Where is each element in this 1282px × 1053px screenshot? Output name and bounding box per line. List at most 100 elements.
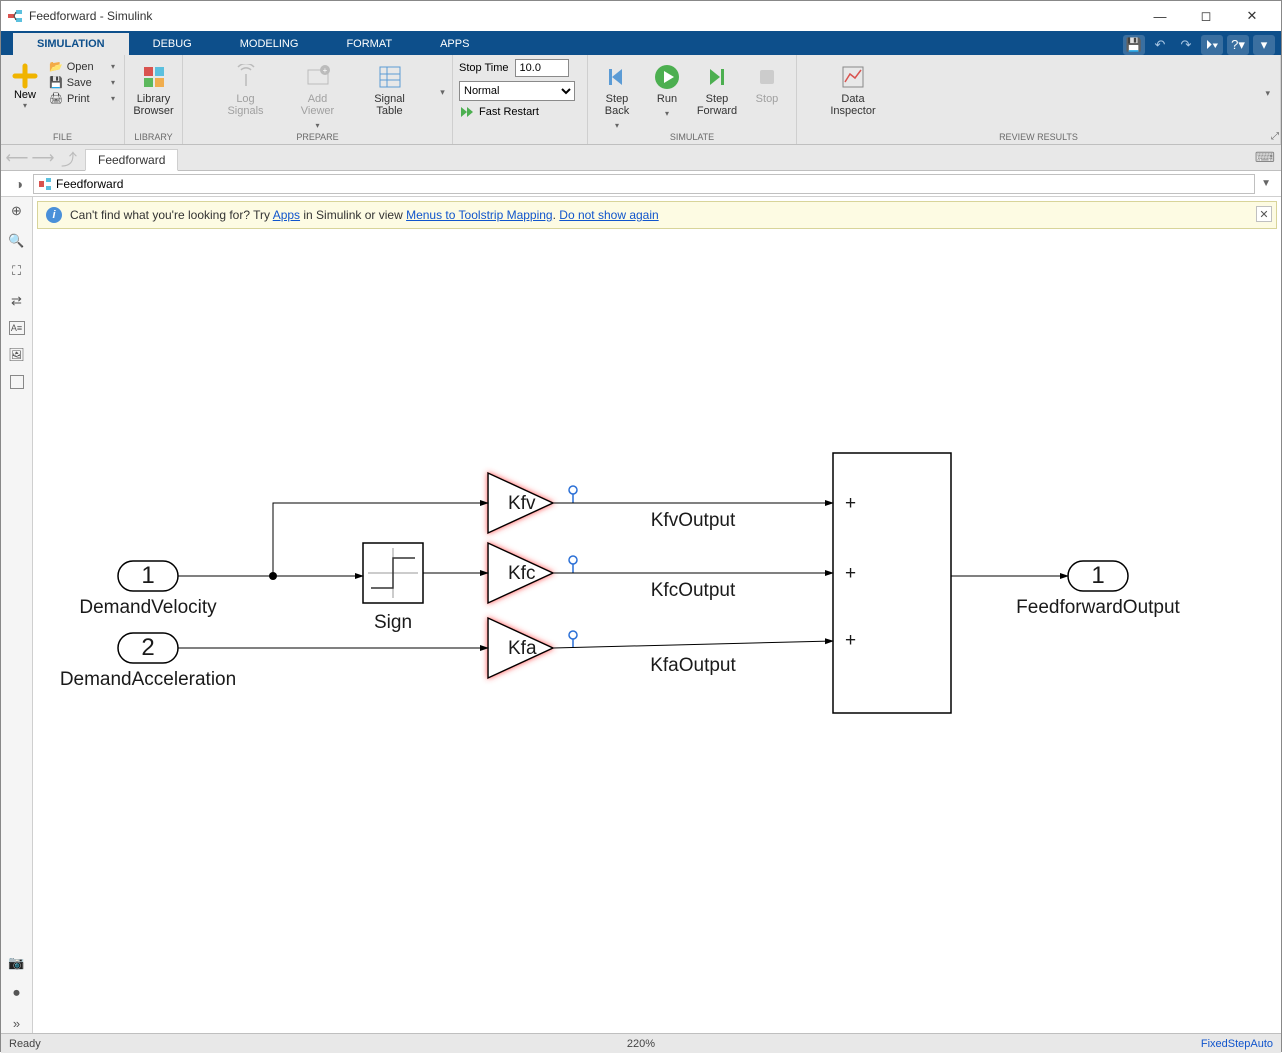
- library-icon: [140, 63, 168, 91]
- qat-save-icon[interactable]: 💾: [1123, 35, 1145, 55]
- print-icon: 🖨: [49, 92, 63, 105]
- qat-redo-icon[interactable]: ↷: [1175, 35, 1197, 55]
- banner-link-mapping[interactable]: Menus to Toolstrip Mapping: [406, 208, 553, 222]
- stop-icon: [753, 63, 781, 91]
- status-zoom[interactable]: 220%: [627, 1038, 655, 1050]
- nav-up-icon[interactable]: ⤴: [59, 148, 79, 168]
- palette-explore-icon[interactable]: ⊕: [7, 201, 27, 221]
- block-inport-1[interactable]: 1 DemandVelocity: [79, 561, 217, 618]
- svg-text:Sign: Sign: [374, 612, 412, 633]
- block-gain-kfc[interactable]: Kfc: [488, 543, 553, 603]
- svg-text:DemandVelocity: DemandVelocity: [79, 597, 217, 618]
- palette-sample-icon[interactable]: ⇄: [7, 291, 27, 311]
- palette-image-icon[interactable]: 🖼: [7, 345, 27, 365]
- qat-collapse-icon[interactable]: ▾: [1253, 35, 1275, 55]
- step-back-icon: [603, 63, 631, 91]
- tab-simulation[interactable]: SIMULATION: [13, 33, 129, 55]
- address-dropdown-icon[interactable]: ▼: [1255, 178, 1277, 189]
- model-browser-toggle-icon[interactable]: ◑: [5, 176, 33, 192]
- table-icon: [376, 63, 404, 91]
- block-gain-kfa[interactable]: Kfa: [488, 618, 553, 678]
- viewer-icon: +: [304, 63, 332, 91]
- antenna-icon: [232, 63, 260, 91]
- print-button[interactable]: 🖨Print▾: [45, 91, 119, 106]
- simulation-mode-select[interactable]: Normal: [459, 81, 575, 101]
- new-button[interactable]: New ▾: [5, 57, 45, 110]
- palette-expand-icon[interactable]: »: [7, 1013, 27, 1033]
- close-button[interactable]: ✕: [1229, 1, 1275, 31]
- signal-label-kfc[interactable]: KfcOutput: [651, 580, 736, 601]
- palette-zoom-icon[interactable]: 🔍: [7, 231, 27, 251]
- new-icon: [12, 63, 38, 89]
- nav-back-icon[interactable]: ⟵: [7, 148, 27, 168]
- banner-link-dismiss[interactable]: Do not show again: [559, 208, 658, 222]
- open-button[interactable]: 📂Open▾: [45, 59, 119, 74]
- simulink-icon: [7, 8, 23, 24]
- toolstrip-tabs: SIMULATION DEBUG MODELING FORMAT APPS 💾 …: [1, 31, 1281, 55]
- review-expand-icon[interactable]: ▾: [1265, 88, 1276, 99]
- run-button[interactable]: Run▾: [642, 57, 692, 118]
- signal-label-kfv[interactable]: KfvOutput: [651, 510, 736, 531]
- tab-modeling[interactable]: MODELING: [216, 33, 323, 55]
- log-badge-kfa[interactable]: [569, 631, 577, 648]
- stop-button[interactable]: Stop: [742, 57, 792, 105]
- tab-apps[interactable]: APPS: [416, 33, 493, 55]
- log-signals-button[interactable]: Log Signals: [220, 57, 272, 117]
- block-inport-2[interactable]: 2 DemandAcceleration: [60, 633, 236, 690]
- qat-find-icon[interactable]: ⏵▾: [1201, 35, 1223, 55]
- step-back-button[interactable]: Step Back▾: [592, 57, 642, 130]
- step-forward-icon: [703, 63, 731, 91]
- address-path[interactable]: Feedforward: [33, 174, 1255, 194]
- svg-text:+: +: [845, 563, 856, 584]
- block-sign[interactable]: Sign: [363, 543, 423, 633]
- palette-screenshot-icon[interactable]: 📷: [7, 953, 27, 973]
- run-icon: [653, 63, 681, 91]
- block-outport-1[interactable]: 1 FeedforwardOutput: [1016, 561, 1180, 618]
- prepare-expand-icon[interactable]: ▾: [440, 87, 445, 98]
- tab-format[interactable]: FORMAT: [322, 33, 416, 55]
- keyboard-icon[interactable]: ⌨: [1255, 149, 1275, 166]
- info-banner: i Can't find what you're looking for? Tr…: [37, 201, 1277, 229]
- block-sum[interactable]: + + +: [833, 453, 951, 713]
- window-title: Feedforward - Simulink: [29, 9, 1137, 23]
- add-viewer-button[interactable]: + Add Viewer ▾: [292, 57, 344, 130]
- minimize-button[interactable]: —: [1137, 1, 1183, 31]
- palette-area-icon[interactable]: [10, 375, 24, 389]
- stop-time-input[interactable]: [515, 59, 569, 77]
- data-inspector-button[interactable]: Data Inspector: [827, 57, 879, 117]
- signal-table-button[interactable]: Signal Table: [364, 57, 416, 117]
- save-button[interactable]: 💾Save▾: [45, 75, 119, 90]
- log-badge-kfc[interactable]: [569, 556, 577, 573]
- status-left: Ready: [9, 1038, 41, 1050]
- library-browser-button[interactable]: Library Browser: [129, 57, 178, 117]
- tab-debug[interactable]: DEBUG: [129, 33, 216, 55]
- model-tab[interactable]: Feedforward: [85, 149, 178, 171]
- nav-forward-icon[interactable]: ⟶: [33, 148, 53, 168]
- banner-close-button[interactable]: ✕: [1256, 206, 1272, 222]
- step-forward-button[interactable]: Step Forward: [692, 57, 742, 117]
- log-badge-kfv[interactable]: [569, 486, 577, 503]
- qat-help-icon[interactable]: ?▾: [1227, 35, 1249, 55]
- status-solver[interactable]: FixedStepAuto: [1201, 1038, 1273, 1050]
- svg-text:Kfv: Kfv: [508, 493, 536, 514]
- ribbon-pin-icon[interactable]: ⤢: [1271, 131, 1279, 142]
- folder-icon: 📂: [49, 60, 63, 73]
- block-diagram: 1 DemandVelocity 2 DemandAcceleration Si…: [33, 233, 1233, 993]
- qat-undo-icon[interactable]: ↶: [1149, 35, 1171, 55]
- group-label-review: REVIEW RESULTS: [797, 132, 1280, 144]
- svg-text:DemandAcceleration: DemandAcceleration: [60, 669, 236, 690]
- main-area: ⊕ 🔍 ⛶ ⇄ A≡ 🖼 📷 ⏺ » i Can't find what you…: [1, 197, 1281, 1033]
- group-label-file: FILE: [1, 132, 124, 144]
- palette-record-icon[interactable]: ⏺: [7, 983, 27, 1003]
- fast-restart-icon: [459, 105, 473, 119]
- block-gain-kfv[interactable]: Kfv: [488, 473, 553, 533]
- signal-label-kfa[interactable]: KfaOutput: [650, 655, 736, 676]
- banner-link-apps[interactable]: Apps: [273, 208, 300, 222]
- info-icon: i: [46, 207, 62, 223]
- maximize-button[interactable]: ◻: [1183, 1, 1229, 31]
- canvas[interactable]: 1 DemandVelocity 2 DemandAcceleration Si…: [33, 233, 1281, 1033]
- svg-text:FeedforwardOutput: FeedforwardOutput: [1016, 597, 1180, 618]
- palette-fit-icon[interactable]: ⛶: [7, 261, 27, 281]
- palette-annotation-icon[interactable]: A≡: [9, 321, 25, 335]
- fast-restart-button[interactable]: Fast Restart: [459, 105, 581, 119]
